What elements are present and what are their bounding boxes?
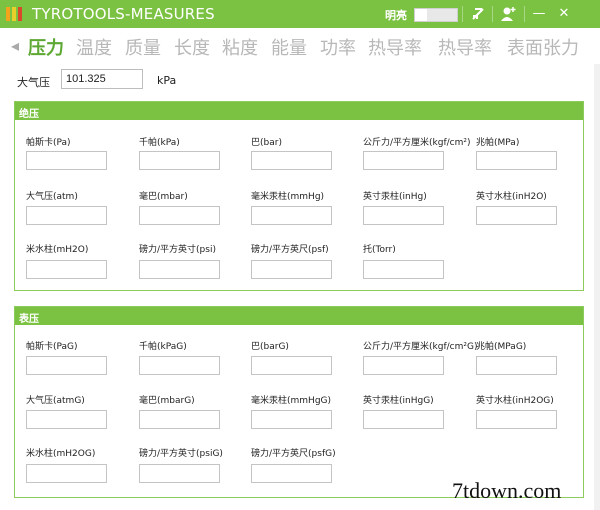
section-title: 表压	[19, 314, 39, 325]
kgf-cm2-input[interactable]	[363, 151, 444, 170]
section-title: 绝压	[19, 109, 39, 120]
watermark-text: 7tdown.com	[452, 478, 562, 503]
field-label-psig: 磅力/平方英寸(psiG)	[139, 449, 223, 459]
section-header: 表压	[15, 307, 583, 325]
kgf-cm2g-input[interactable]	[363, 356, 444, 375]
field-label-mmhgg: 毫米汞柱(mmHgG)	[251, 396, 332, 406]
field-label-psf: 磅力/平方英尺(psf)	[251, 245, 329, 255]
field-label-mbarg: 毫巴(mbarG)	[139, 396, 195, 406]
field-label-inh2og: 英寸水柱(inH2OG)	[476, 396, 554, 406]
field-label-atm: 大气压(atm)	[26, 192, 78, 202]
toolbar-divider	[492, 6, 493, 22]
inh2o-input[interactable]	[476, 206, 557, 225]
mh2og-input[interactable]	[26, 464, 107, 483]
toggle-knob	[415, 9, 427, 21]
theme-toggle[interactable]	[414, 8, 458, 22]
minimize-button[interactable]: —	[528, 3, 550, 25]
field-label-inh2o: 英寸水柱(inH2O)	[476, 192, 547, 202]
psi-input[interactable]	[139, 260, 220, 279]
atm-pressure-label: 大气压	[17, 76, 50, 89]
kpag-input[interactable]	[139, 356, 220, 375]
barg-input[interactable]	[251, 356, 332, 375]
app-title: TYROTOOLS-MEASURES	[32, 5, 215, 23]
field-label-mh2o: 米水柱(mH2O)	[26, 245, 89, 255]
tab-thermal-conductivity-2[interactable]: 热导率	[438, 34, 492, 60]
gauge-pressure-section: 表压 帕斯卡(PaG) 千帕(kPaG) 巴(barG) 公斤力/平方厘米(kg…	[14, 306, 584, 498]
tab-temperature[interactable]: 温度	[76, 34, 112, 60]
field-label-atmg: 大气压(atmG)	[26, 396, 85, 406]
kpa-input[interactable]	[139, 151, 220, 170]
app-logo-icon	[6, 7, 22, 21]
absolute-pressure-section: 绝压 帕斯卡(Pa) 千帕(kPa) 巴(bar) 公斤力/平方厘米(kgf/c…	[14, 101, 584, 291]
atmg-input[interactable]	[26, 410, 107, 429]
field-label-kpag: 千帕(kPaG)	[139, 342, 187, 352]
field-label-psfg: 磅力/平方英尺(psfG)	[251, 449, 336, 459]
scrollbar[interactable]	[594, 64, 600, 510]
tab-thermal-conductivity[interactable]: 热导率	[368, 34, 422, 60]
psf-input[interactable]	[251, 260, 332, 279]
field-label-mpa: 兆帕(MPa)	[476, 138, 520, 148]
mmhgg-input[interactable]	[251, 410, 332, 429]
field-label-mh2og: 米水柱(mH2OG)	[26, 449, 96, 459]
field-label-barg: 巴(barG)	[251, 342, 289, 352]
field-label-kpa: 千帕(kPa)	[139, 138, 180, 148]
psig-input[interactable]	[139, 464, 220, 483]
field-label-mpag: 兆帕(MPaG)	[476, 342, 527, 352]
user-name[interactable]: 明亮	[385, 7, 407, 23]
field-label-torr: 托(Torr)	[363, 245, 396, 255]
field-label-kgf-cm2: 公斤力/平方厘米(kgf/cm²)	[363, 138, 471, 148]
field-label-psi: 磅力/平方英寸(psi)	[139, 245, 216, 255]
pa-input[interactable]	[26, 151, 107, 170]
mbar-input[interactable]	[139, 206, 220, 225]
atm-pressure-unit: kPa	[157, 74, 177, 87]
nav-left-arrow-icon[interactable]: ◂	[11, 36, 19, 55]
section-header: 绝压	[15, 102, 583, 120]
title-bar: TYROTOOLS-MEASURES 明亮 — ✕	[0, 0, 600, 28]
field-label-bar: 巴(bar)	[251, 138, 282, 148]
mbarg-input[interactable]	[139, 410, 220, 429]
mpag-input[interactable]	[476, 356, 557, 375]
bar-input[interactable]	[251, 151, 332, 170]
field-label-mbar: 毫巴(mbar)	[139, 192, 188, 202]
atm-pressure-input[interactable]	[61, 69, 143, 89]
atm-input[interactable]	[26, 206, 107, 225]
toolbar-divider	[524, 6, 525, 22]
close-button[interactable]: ✕	[553, 3, 575, 25]
field-label-pa: 帕斯卡(Pa)	[26, 138, 71, 148]
inh2og-input[interactable]	[476, 410, 557, 429]
mmhg-input[interactable]	[251, 206, 332, 225]
psfg-input[interactable]	[251, 464, 332, 483]
tab-power[interactable]: 功率	[320, 34, 356, 60]
field-label-mmhg: 毫米汞柱(mmHg)	[251, 192, 325, 202]
tab-mass[interactable]: 质量	[125, 34, 161, 60]
field-label-pag: 帕斯卡(PaG)	[26, 342, 78, 352]
field-label-inhg: 英寸汞柱(inHg)	[363, 192, 427, 202]
tab-pressure[interactable]: 压力	[28, 34, 64, 60]
field-label-inhgg: 英寸汞柱(inHgG)	[363, 396, 434, 406]
field-label-kgf-cm2g: 公斤力/平方厘米(kgf/cm²G)	[363, 342, 478, 352]
tab-energy[interactable]: 能量	[271, 34, 307, 60]
user-icon[interactable]	[498, 4, 518, 24]
inhg-input[interactable]	[363, 206, 444, 225]
skin-icon[interactable]	[468, 4, 488, 24]
toolbar-divider	[462, 6, 463, 22]
pag-input[interactable]	[26, 356, 107, 375]
tab-surface-tension[interactable]: 表面张力	[507, 34, 579, 60]
tab-viscosity[interactable]: 粘度	[222, 34, 258, 60]
tab-length[interactable]: 长度	[174, 34, 210, 60]
mpa-input[interactable]	[476, 151, 557, 170]
inhgg-input[interactable]	[363, 410, 444, 429]
mh2o-input[interactable]	[26, 260, 107, 279]
torr-input[interactable]	[363, 260, 444, 279]
category-nav: ◂ 压力 温度 质量 长度 粘度 能量 功率 热导率 热导率 表面张力	[0, 30, 600, 64]
